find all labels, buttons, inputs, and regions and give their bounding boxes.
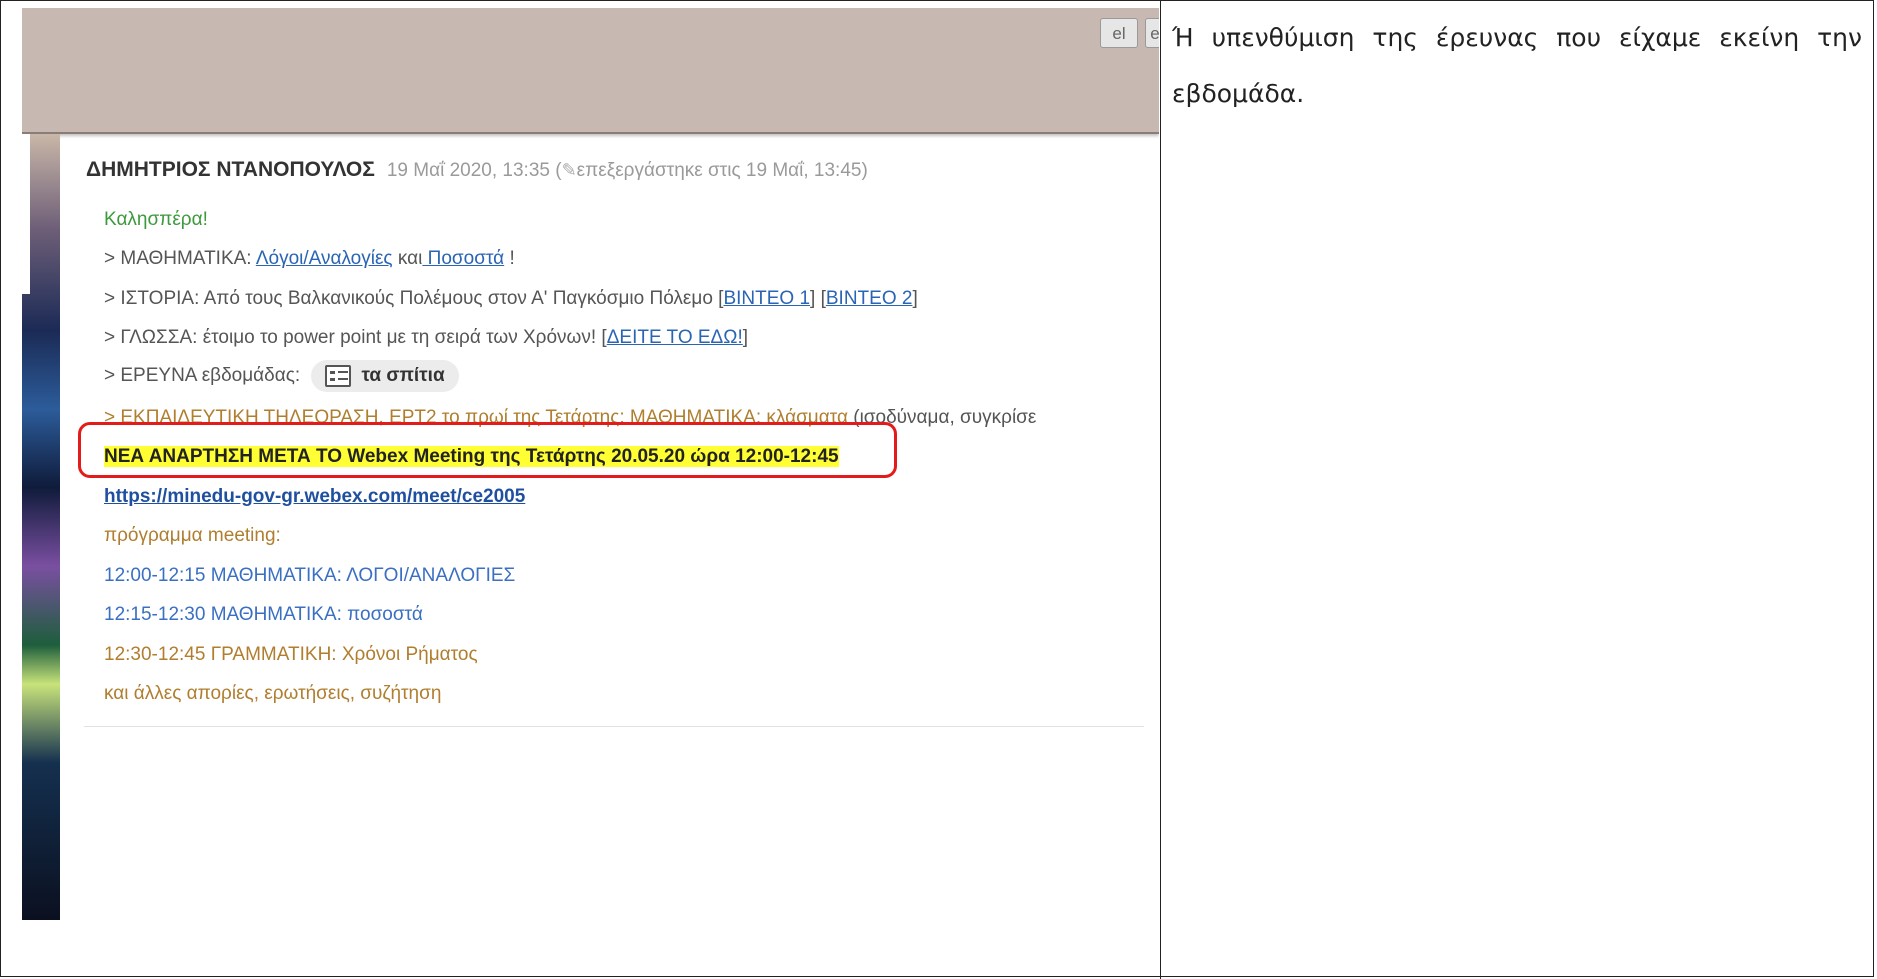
- greeting-line: Καλησπέρα!: [104, 209, 208, 230]
- survey-line: > ΕΡΕΥΝΑ εβδομάδας: τα σπίτια: [104, 360, 459, 392]
- schedule-slot-1: 12:00-12:15 ΜΑΘΗΜΑΤΙΚΑ: ΛΟΓΟΙ/ΑΝΑΛΟΓΙΕΣ: [104, 565, 516, 586]
- closing-line: και άλλες απορίες, ερωτήσεις, συζήτηση: [104, 683, 442, 704]
- language-prefix: > ΓΛΩΣΣΑ: έτοιμο το power point με τη σε…: [104, 327, 607, 348]
- schedule-slot-3: 12:30-12:45 ΓΡΑΜΜΑΤΙΚΗ: Χρόνοι Ρήματος: [104, 644, 478, 665]
- see-here-link[interactable]: ΔΕΙΤΕ ΤΟ ΕΔΩ!: [607, 327, 743, 348]
- history-prefix: > ΙΣΤΟΡΙΑ: Από τους Βαλκανικούς Πολέμους…: [104, 288, 724, 309]
- post-separator: [84, 726, 1144, 727]
- survey-prefix: > ΕΡΕΥΝΑ εβδομάδας:: [104, 365, 306, 387]
- video2-link[interactable]: ΒΙΝΤΕΟ 2: [826, 288, 913, 309]
- schedule-slot-2: 12:15-12:30 ΜΑΘΗΜΑΤΙΚΑ: ποσοστά: [104, 604, 423, 625]
- math-mid: και: [392, 248, 423, 269]
- percentages-link[interactable]: Ποσοστά: [422, 248, 505, 269]
- webex-link[interactable]: https://minedu-gov-gr.webex.com/meet/ce2…: [104, 486, 525, 507]
- history-line: > ΙΣΤΟΡΙΑ: Από τους Βαλκανικούς Πολέμους…: [104, 288, 918, 310]
- post-header: ΔΗΜΗΤΡΙΟΣ ΝΤΑΝΟΠΟΥΛΟΣ 19 Μαΐ 2020, 13:35 …: [86, 158, 868, 182]
- survey-chip[interactable]: τα σπίτια: [311, 360, 459, 392]
- top-bar: el e: [22, 8, 1159, 134]
- post-timestamp: 19 Μαΐ 2020, 13:35 (: [386, 160, 562, 181]
- program-label: πρόγραμμα meeting:: [104, 525, 281, 546]
- list-form-icon: [325, 364, 352, 387]
- math-line: > ΜΑΘΗΜΑΤΙΚΑ: Λόγοι/Αναλογίες και Ποσοστ…: [104, 248, 515, 270]
- webex-line: https://minedu-gov-gr.webex.com/meet/ce2…: [104, 486, 525, 508]
- ratios-link[interactable]: Λόγοι/Αναλογίες: [256, 248, 393, 269]
- video1-link[interactable]: ΒΙΝΤΕΟ 1: [723, 288, 810, 309]
- language-button-secondary[interactable]: e: [1145, 18, 1159, 48]
- history-suffix: ]: [912, 288, 918, 309]
- language-button-el[interactable]: el: [1100, 18, 1138, 48]
- pencil-icon: ✎: [561, 160, 577, 180]
- strip-gap: [22, 134, 30, 294]
- math-prefix: > ΜΑΘΗΜΑΤΙΚΑ:: [104, 248, 256, 269]
- language-line: > ΓΛΩΣΣΑ: έτοιμο το power point με τη σε…: [104, 327, 748, 349]
- survey-chip-label: τα σπίτια: [361, 365, 445, 386]
- history-mid: ] [: [810, 288, 826, 309]
- language-suffix: ]: [742, 327, 749, 348]
- caption-text: Ή υπενθύμιση της έρευνας που είχαμε εκεί…: [1172, 23, 1862, 108]
- column-divider: [1160, 0, 1161, 979]
- post-edited: επεξεργάστηκε στις 19 Μαΐ, 13:45): [576, 160, 868, 181]
- highlight-annotation-box: [78, 422, 897, 478]
- math-suffix: !: [504, 248, 515, 269]
- post-author[interactable]: ΔΗΜΗΤΡΙΟΣ ΝΤΑΝΟΠΟΥΛΟΣ: [86, 158, 375, 181]
